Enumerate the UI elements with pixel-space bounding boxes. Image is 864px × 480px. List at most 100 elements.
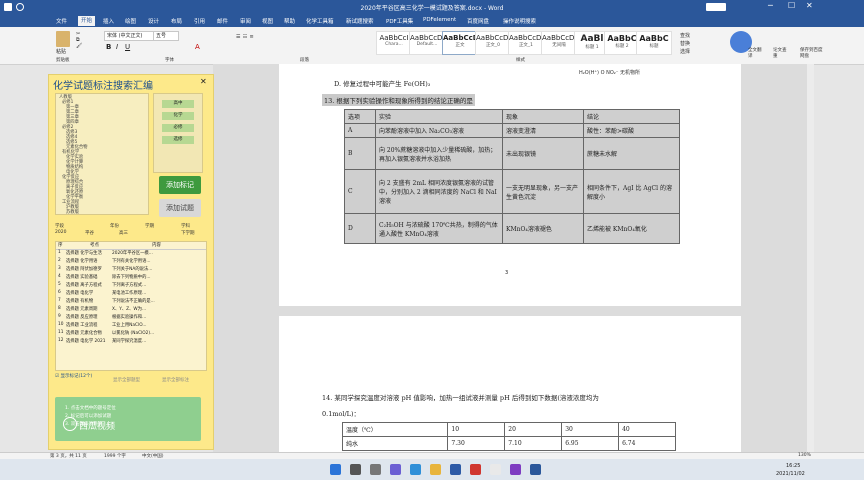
visual-studio-icon[interactable] xyxy=(510,464,521,475)
list-item[interactable]: 4 选择题 实验基础 除去下列物质中的... xyxy=(56,274,206,282)
subject-option[interactable]: 必修 xyxy=(162,124,194,132)
list-item[interactable]: 10 选择题 工业流程 工业上用NaClO... xyxy=(56,322,206,330)
store-icon[interactable] xyxy=(450,464,461,475)
replace-button[interactable]: 替换 xyxy=(680,40,690,47)
list-item[interactable]: 5 选择题 离子方程式 下列离子方程式... xyxy=(56,282,206,290)
add-label-button[interactable]: 添加标记 xyxy=(159,176,201,194)
list-item[interactable]: 8 选择题 元素周期 X、Y、Z、W为... xyxy=(56,306,206,314)
subject-option[interactable]: 化学 xyxy=(162,112,194,120)
tab-baidu-netdisk[interactable]: 百度网盘 xyxy=(467,17,489,25)
zoom-level[interactable]: 130% xyxy=(798,453,811,458)
paste-icon[interactable] xyxy=(56,31,70,47)
underline-button[interactable]: U xyxy=(125,43,130,51)
list-cell: 下列离子方程式... xyxy=(112,283,147,288)
font-size-select[interactable]: 五号 xyxy=(153,31,179,41)
tab-insert[interactable]: 插入 xyxy=(103,17,114,25)
file-explorer-icon[interactable] xyxy=(430,464,441,475)
clock-date[interactable]: 2021/11/02 xyxy=(776,471,805,477)
numbering-icon[interactable]: ☷ xyxy=(243,34,247,40)
show-all-labels-link[interactable]: 显示全部标注 xyxy=(162,377,189,383)
filter-value[interactable]: 2020 xyxy=(55,230,66,235)
filter-value[interactable]: 下学期 xyxy=(181,230,195,236)
tab-help[interactable]: 帮助 xyxy=(284,17,295,25)
translate-button[interactable]: 全文翻译 xyxy=(748,47,764,59)
align-left-icon[interactable]: ≡ xyxy=(249,34,253,40)
list-item[interactable]: 7 选择题 有机物 下列说法不正确的是... xyxy=(56,298,206,306)
italic-button[interactable]: I xyxy=(116,43,118,51)
font-color-button[interactable]: A xyxy=(195,43,200,51)
style-title[interactable]: AaBbC 标题 xyxy=(636,31,672,55)
start-icon[interactable] xyxy=(330,464,341,475)
tab-design[interactable]: 设计 xyxy=(148,17,159,25)
vertical-scrollbar[interactable] xyxy=(807,64,814,452)
filter-value[interactable]: 平谷 xyxy=(85,230,94,236)
subject-option[interactable]: 选修 xyxy=(162,136,194,144)
tab-references[interactable]: 引用 xyxy=(194,17,205,25)
tab-mailings[interactable]: 邮件 xyxy=(217,17,228,25)
style-normal[interactable]: AaBbCcDd 正文 xyxy=(442,31,484,55)
panel-close-icon[interactable]: ✕ xyxy=(200,77,207,86)
tab-view[interactable]: 视图 xyxy=(262,17,273,25)
list-item[interactable]: 6 选择题 电化学 某电池工作原理... xyxy=(56,290,206,298)
tab-draw[interactable]: 绘图 xyxy=(125,17,136,25)
style-chara[interactable]: AaBbCcI Chara... xyxy=(376,31,412,55)
show-marked-checkbox[interactable]: ☑ 显示标记(12个) xyxy=(55,373,92,379)
style-default[interactable]: AaBbCcDc Default... xyxy=(409,31,446,55)
widgets-icon[interactable] xyxy=(390,464,401,475)
tab-pdf-tools[interactable]: PDF工具集 xyxy=(386,17,413,25)
style-no-spacing[interactable]: AaBbCcDc 无间隔 xyxy=(541,31,578,55)
list-item[interactable]: 2 选择题 化学用语 下列有关化学用语... xyxy=(56,258,206,266)
style-name: 标题 2 xyxy=(615,44,629,49)
font-name-select[interactable]: 宋体 (中文正文) xyxy=(104,31,154,41)
list-item[interactable]: 1 选择题 化学与生活 2020年平谷区一模... xyxy=(56,250,206,258)
plagiarism-check-button[interactable]: 论文查重 xyxy=(773,47,789,59)
table-row: B 向 20%蔗糖溶液中加入少量稀硫酸，加热；再加入银氨溶液并水浴加热 未出现银… xyxy=(344,137,680,170)
minimize-icon[interactable]: ─ xyxy=(768,1,773,10)
login-button[interactable] xyxy=(706,3,726,11)
list-item[interactable]: 11 选择题 元素化合物 以氯化钠 (NaClO2)... xyxy=(56,330,206,338)
bullets-icon[interactable]: ☰ xyxy=(236,34,240,40)
tab-chem-toolbox[interactable]: 化学工具箱 xyxy=(306,17,334,25)
bold-button[interactable]: B xyxy=(106,43,111,51)
save-to-netdisk-button[interactable]: 保存到百度网盘 xyxy=(800,47,824,59)
tab-file[interactable]: 文件 xyxy=(56,17,67,25)
tab-pdfelement[interactable]: PDFelement xyxy=(423,17,456,23)
tab-new-search[interactable]: 新试题搜索 xyxy=(346,17,374,25)
tab-home[interactable]: 开始 xyxy=(78,16,96,26)
task-view-icon[interactable] xyxy=(370,464,381,475)
style-normal-0[interactable]: AaBbCcDc 正文_0 xyxy=(475,31,512,55)
style-heading-2[interactable]: AaBbC 标题 2 xyxy=(604,31,640,55)
search-icon[interactable] xyxy=(350,464,361,475)
word-icon[interactable] xyxy=(530,464,541,475)
category-tree[interactable]: 人教版 必修1 第一章 第二章 第三章 第四章 必修2 选修3 选修4 选修5 元素化合物 有机化学化… xyxy=(55,93,149,215)
maximize-icon[interactable]: ☐ xyxy=(788,1,795,10)
tab-review[interactable]: 审阅 xyxy=(240,17,251,25)
list-cell: 以氯化钠 (NaClO2)... xyxy=(112,331,155,336)
show-all-types-link[interactable]: 显示全部题型 xyxy=(113,377,140,383)
list-cell: 选择题 元素周期 xyxy=(66,307,98,312)
tell-me-search[interactable]: 操作说明搜索 xyxy=(503,17,536,25)
wps-icon[interactable] xyxy=(470,464,481,475)
subject-option[interactable]: 高中 xyxy=(162,100,194,108)
list-item[interactable]: 3 选择题 阿伏加德罗 下列关于NA的说法... xyxy=(56,266,206,274)
filter-value[interactable]: 高三 xyxy=(119,230,128,236)
close-icon[interactable]: ✕ xyxy=(806,1,813,10)
clock-time[interactable]: 16:25 xyxy=(786,463,800,469)
header-cell: 实验 xyxy=(375,109,503,124)
chrome-icon[interactable] xyxy=(490,464,501,475)
list-item[interactable]: 9 选择题 反应原理 根据实验操作和... xyxy=(56,314,206,322)
tab-layout[interactable]: 布局 xyxy=(171,17,182,25)
filter-values[interactable]: 2020 平谷 高三 下学期 xyxy=(55,230,205,238)
select-button[interactable]: 选择 xyxy=(680,48,690,55)
marked-questions-list[interactable]: 序 考点 内容 1 选择题 化学与生活 2020年平谷区一模... 2 选择题 化学用语… xyxy=(55,241,207,371)
edge-icon[interactable] xyxy=(410,464,421,475)
clipboard-group-label: 剪贴板 xyxy=(56,58,70,63)
style-normal-1[interactable]: AaBbCcDc 正文_1 xyxy=(508,31,545,55)
find-button[interactable]: 查找 xyxy=(680,32,690,39)
subject-list[interactable]: 高中 化学 必修 选修 xyxy=(153,93,203,173)
format-painter-icon[interactable]: 🖌 xyxy=(76,43,98,49)
add-question-button[interactable]: 添加试题 xyxy=(159,199,201,217)
list-item[interactable]: 12 选择题 电化学 2021 某同学探究温度... xyxy=(56,338,206,346)
table-cell: 酸性：苯酚>碳酸 xyxy=(583,123,680,138)
table-cell: 蔗糖未水解 xyxy=(583,137,680,170)
